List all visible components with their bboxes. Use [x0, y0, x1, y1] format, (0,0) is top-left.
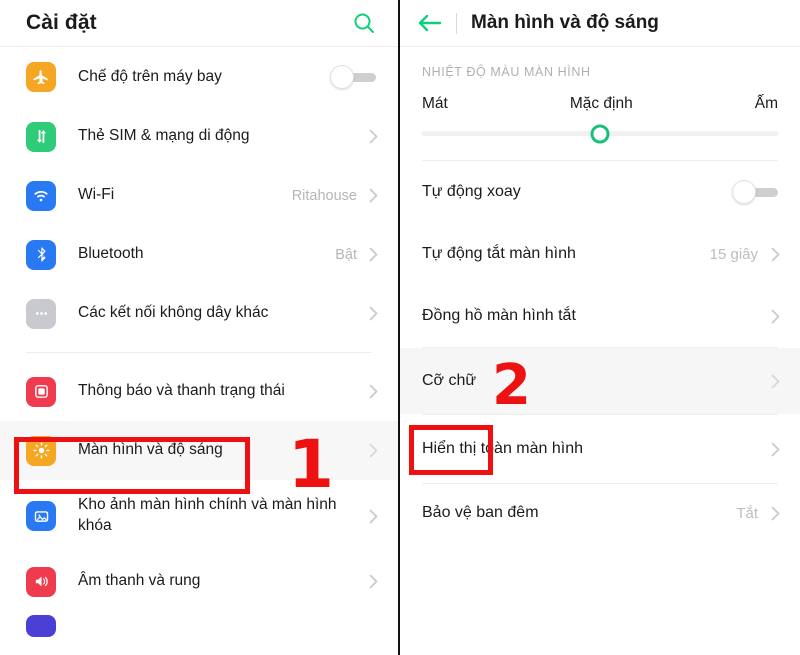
- row-screen-off-clock[interactable]: Đồng hồ màn hình tắt: [400, 285, 800, 347]
- list-item[interactable]: Âm thanh và rung: [0, 552, 398, 611]
- chevron-right-icon: [771, 374, 780, 389]
- row-label: Bảo vệ ban đêm: [422, 504, 539, 521]
- airplane-mode-toggle[interactable]: [330, 65, 376, 89]
- list-item[interactable]: Các kết nối không dây khác: [0, 284, 398, 343]
- label-cool: Mát: [422, 95, 448, 112]
- more-dots-icon: [26, 298, 56, 329]
- list-item[interactable]: Thông báo và thanh trạng thái: [0, 362, 398, 421]
- notification-icon: [26, 376, 56, 407]
- page-title: Cài đặt: [26, 11, 97, 34]
- partial-icon: [26, 615, 56, 637]
- row-value: Tắt: [736, 504, 758, 522]
- sound-icon: [26, 566, 56, 597]
- color-temperature-slider[interactable]: [400, 113, 800, 143]
- settings-header: Cài đặt: [0, 0, 398, 46]
- bottom-clip: [0, 650, 398, 655]
- chevron-right-icon: [369, 247, 378, 262]
- wifi-icon: [26, 180, 56, 211]
- chevron-right-icon: [771, 442, 780, 457]
- back-arrow-icon[interactable]: [416, 12, 442, 34]
- bluetooth-state: Bật: [335, 246, 357, 263]
- chevron-right-icon: [369, 574, 378, 589]
- list-item-label: Kho ảnh màn hình chính và màn hình khóa: [78, 496, 337, 534]
- row-night-shield[interactable]: Bảo vệ ban đêm Tắt: [400, 484, 800, 542]
- list-item-label: Màn hình và độ sáng: [78, 441, 223, 459]
- list-item[interactable]: Bluetooth Bật: [0, 225, 398, 284]
- list-item-label: Wi-Fi: [78, 186, 115, 204]
- label-warm: Ấm: [754, 95, 778, 112]
- airplane-icon: [26, 62, 56, 92]
- row-value: 15 giây: [709, 245, 758, 263]
- list-item-label: Âm thanh và rung: [78, 572, 201, 590]
- list-item-label: Chế độ trên máy bay: [78, 67, 222, 85]
- chevron-right-icon: [771, 506, 780, 521]
- list-item-label: Các kết nối không dây khác: [78, 304, 269, 322]
- wifi-network-name: Ritahouse: [291, 187, 357, 204]
- row-screen-timeout[interactable]: Tự động tắt màn hình 15 giây: [400, 223, 800, 285]
- group-divider: [26, 352, 372, 353]
- list-item-label: Thẻ SIM & mạng di động: [78, 127, 250, 145]
- chevron-right-icon: [771, 309, 780, 324]
- sidebar-item-display-brightness[interactable]: Màn hình và độ sáng: [0, 421, 398, 480]
- list-item[interactable]: Wi-Fi Ritahouse: [0, 166, 398, 225]
- list-item-partial[interactable]: [0, 611, 398, 641]
- list-item-label: Bluetooth: [78, 245, 144, 263]
- sim-network-icon: [26, 121, 56, 152]
- row-auto-rotate[interactable]: Tự động xoay: [400, 161, 800, 223]
- wallpaper-icon: [26, 501, 56, 531]
- detail-header: Màn hình và độ sáng: [400, 0, 800, 46]
- color-temperature-labels: Mát Mặc định Ấm: [400, 79, 800, 113]
- display-brightness-panel: Màn hình và độ sáng NHIỆT ĐỘ MÀU MÀN HÌN…: [400, 0, 800, 655]
- brightness-icon: [26, 435, 56, 466]
- tutorial-screenshot: Cài đặt Chế độ trên máy bay Thẻ SIM & mạ…: [0, 0, 800, 655]
- chevron-right-icon: [369, 443, 378, 458]
- toggle-knob: [732, 180, 756, 204]
- label-default: Mặc định: [569, 95, 633, 112]
- row-label: Tự động xoay: [422, 183, 521, 200]
- chevron-right-icon: [369, 129, 378, 144]
- slider-handle[interactable]: [590, 124, 610, 143]
- row-label: Hiển thị toàn màn hình: [422, 440, 583, 457]
- row-font-size[interactable]: Cỡ chữ: [400, 348, 800, 414]
- list-item[interactable]: Chế độ trên máy bay: [0, 47, 398, 107]
- row-label: Tự động tắt màn hình: [422, 245, 576, 262]
- chevron-right-icon: [369, 188, 378, 203]
- settings-panel: Cài đặt Chế độ trên máy bay Thẻ SIM & mạ…: [0, 0, 400, 655]
- chevron-right-icon: [369, 384, 378, 399]
- auto-rotate-toggle[interactable]: [732, 180, 778, 204]
- detail-page-title: Màn hình và độ sáng: [471, 12, 659, 33]
- chevron-right-icon: [771, 247, 780, 262]
- settings-list: Chế độ trên máy bay Thẻ SIM & mạng di độ…: [0, 47, 398, 641]
- toggle-knob: [330, 65, 354, 89]
- list-item[interactable]: Kho ảnh màn hình chính và màn hình khóa: [0, 480, 398, 552]
- slider-track[interactable]: [422, 124, 778, 143]
- chevron-right-icon: [369, 509, 378, 524]
- list-item-label: Thông báo và thanh trạng thái: [78, 382, 285, 400]
- row-fullscreen-display[interactable]: Hiển thị toàn màn hình: [400, 415, 800, 483]
- bluetooth-icon: [26, 239, 56, 270]
- header-divider: [456, 12, 457, 34]
- row-label: Cỡ chữ: [422, 372, 477, 389]
- search-icon[interactable]: [352, 11, 376, 35]
- list-item[interactable]: Thẻ SIM & mạng di động: [0, 107, 398, 166]
- chevron-right-icon: [369, 306, 378, 321]
- row-label: Đồng hồ màn hình tắt: [422, 307, 576, 324]
- section-title-color-temperature: NHIỆT ĐỘ MÀU MÀN HÌNH: [422, 65, 591, 79]
